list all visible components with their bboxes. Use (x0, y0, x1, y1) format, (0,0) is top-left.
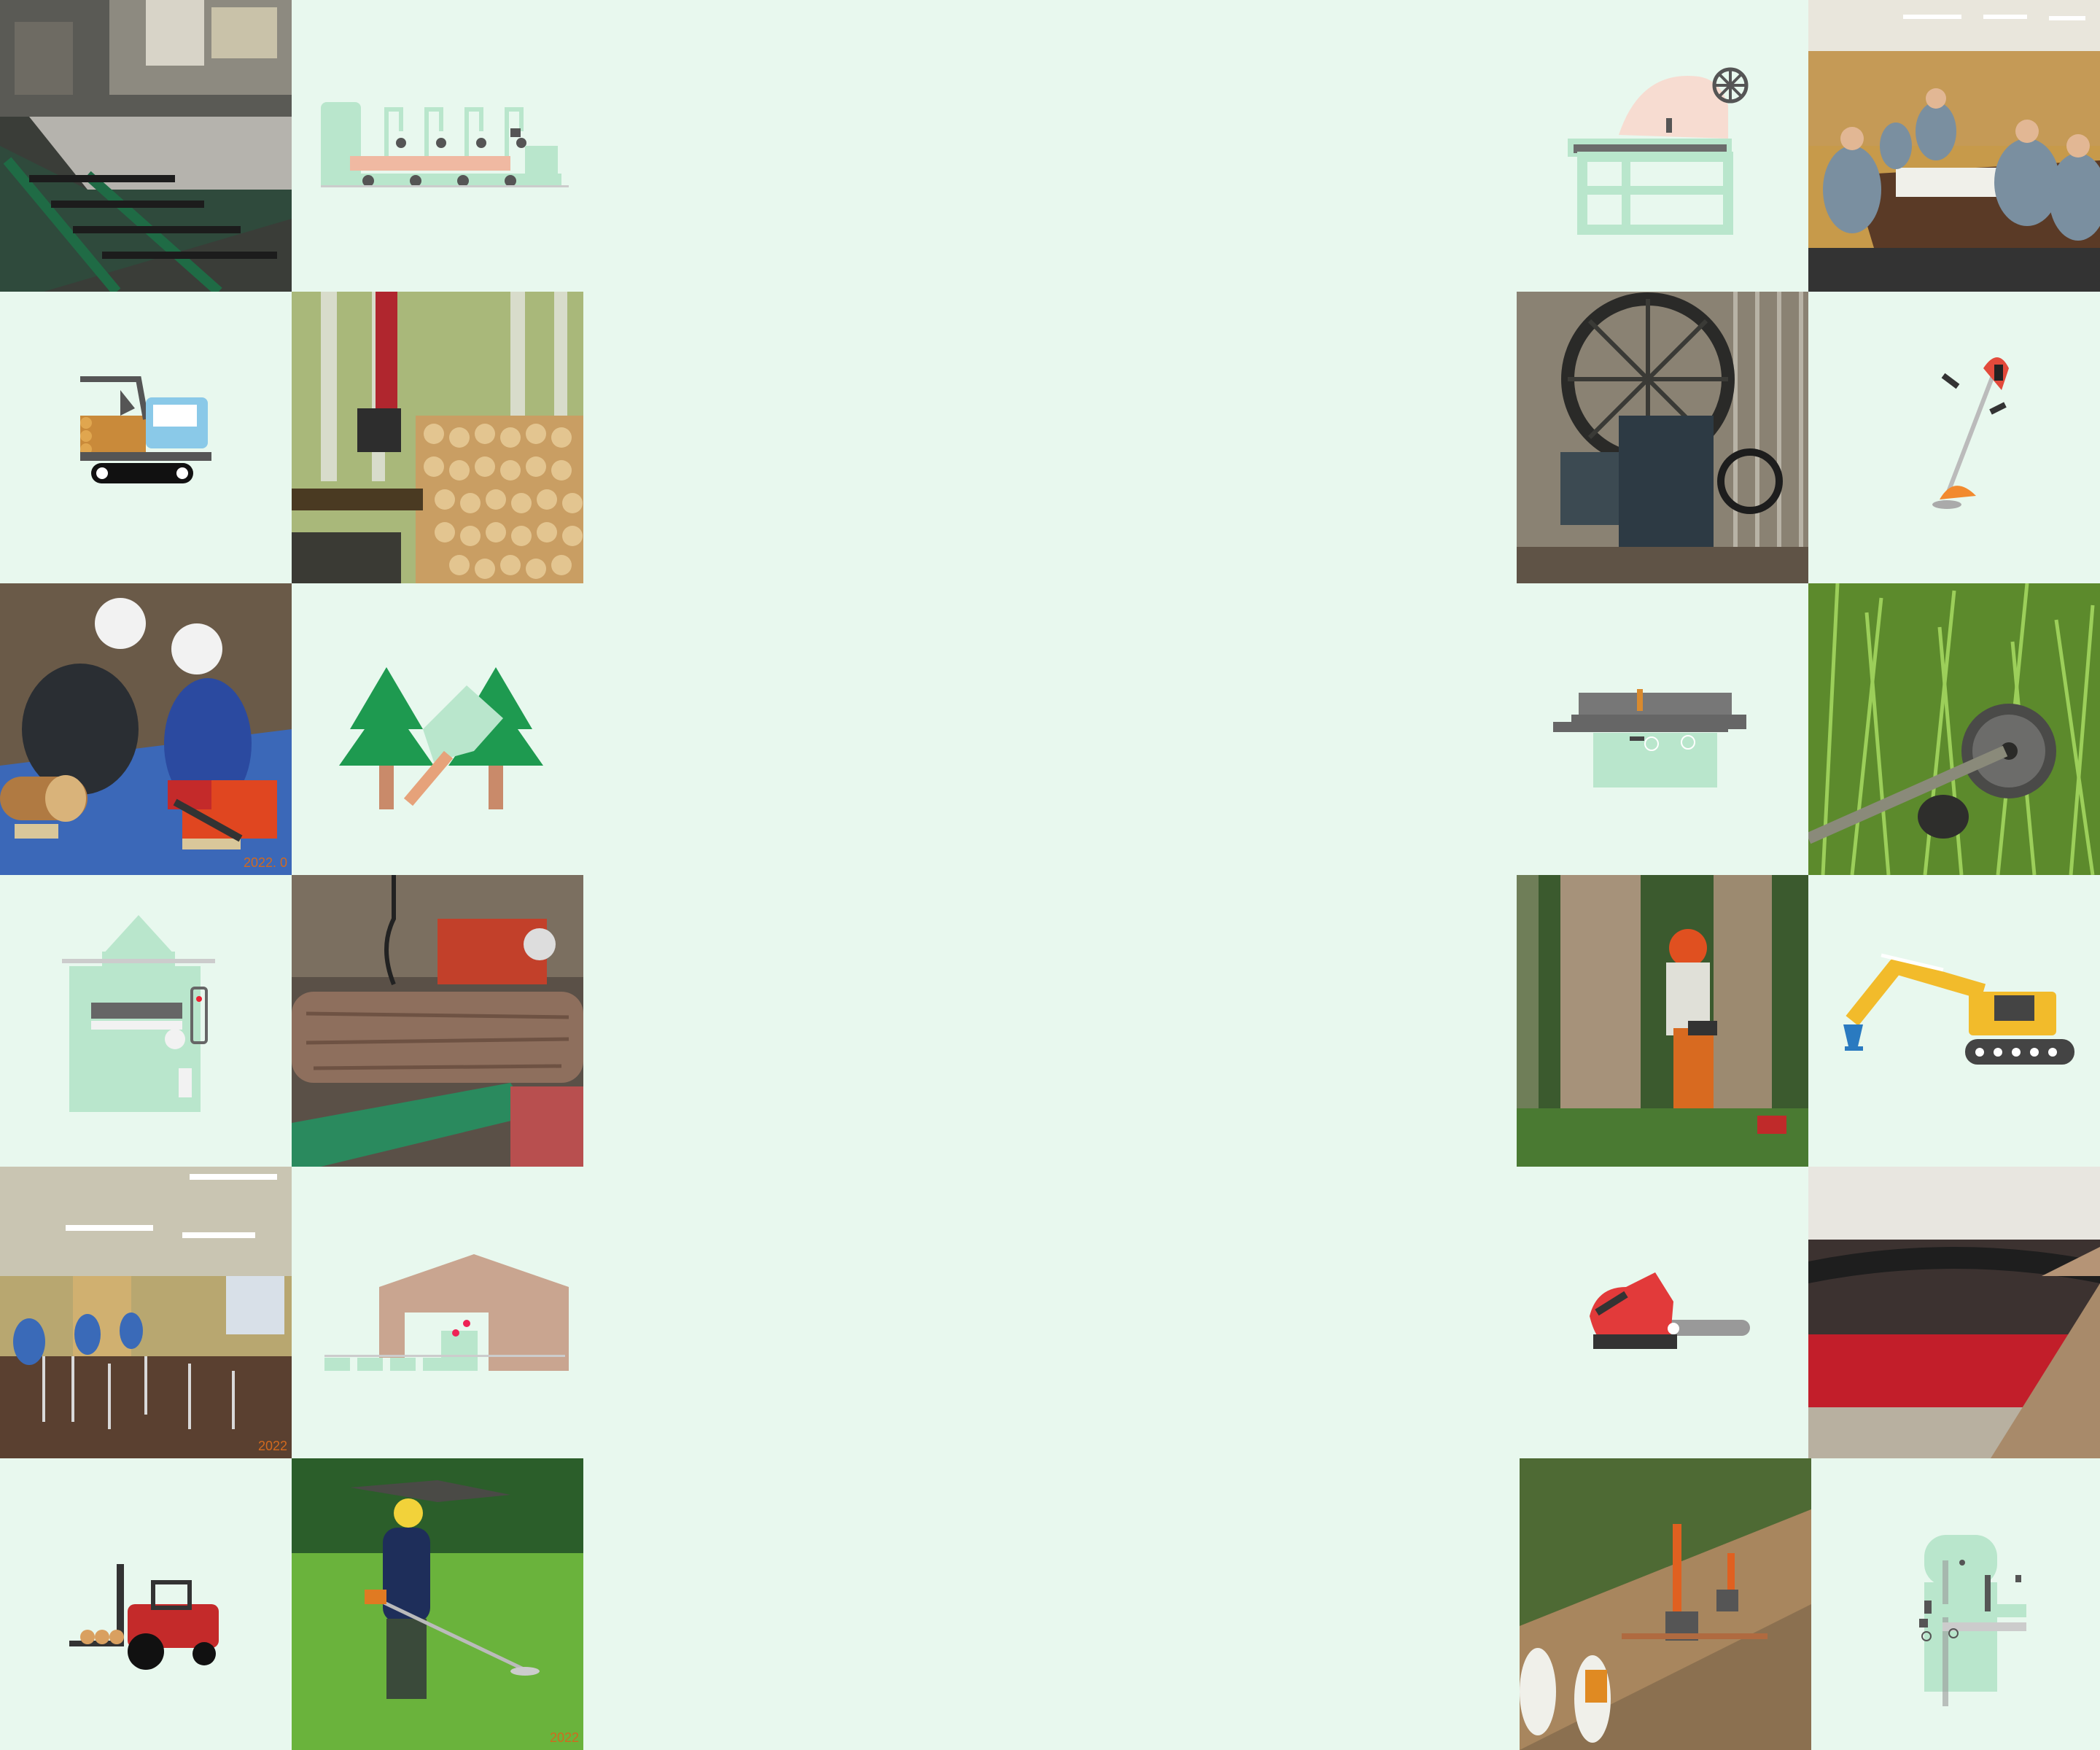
photo-date-stamp: 2022 (257, 1439, 287, 1453)
photo-date-stamp: 2022 (549, 1730, 579, 1745)
lecture-hall-photo: 2022 (0, 1167, 292, 1458)
log-workshop-photo (292, 875, 583, 1167)
planer-table-icon (1517, 583, 1808, 875)
bandsaw-icon (1811, 1458, 2100, 1750)
sawmill-conveyor-photo (0, 0, 292, 292)
photo-date-stamp: 2022. 0 (243, 855, 287, 870)
brush-cutter-grass-photo (1808, 583, 2100, 875)
forest-road-photo (1520, 1458, 1811, 1750)
mowing-photo: 2022 (292, 1458, 583, 1750)
log-loader-photo (292, 292, 583, 583)
chainsaw-training-photo: 2022. 0 (0, 583, 292, 875)
tree-felling-icon (292, 583, 583, 875)
old-bandsaw-photo (1517, 292, 1808, 583)
tree-felling-photo (1517, 875, 1808, 1167)
excavator-icon (1808, 875, 2100, 1167)
planer-machine-icon (0, 875, 292, 1167)
forklift-icon (0, 1458, 292, 1750)
sawmill-building-icon (292, 1167, 583, 1458)
circular-saw-photo (1808, 1167, 2100, 1458)
brush-cutter-icon (1808, 292, 2100, 583)
meeting-room-photo (1808, 0, 2100, 292)
crawler-carrier-icon (0, 292, 292, 583)
sawmill-line-icon (292, 0, 583, 292)
chainsaw-icon (1517, 1167, 1808, 1458)
table-saw-icon (1517, 0, 1808, 292)
